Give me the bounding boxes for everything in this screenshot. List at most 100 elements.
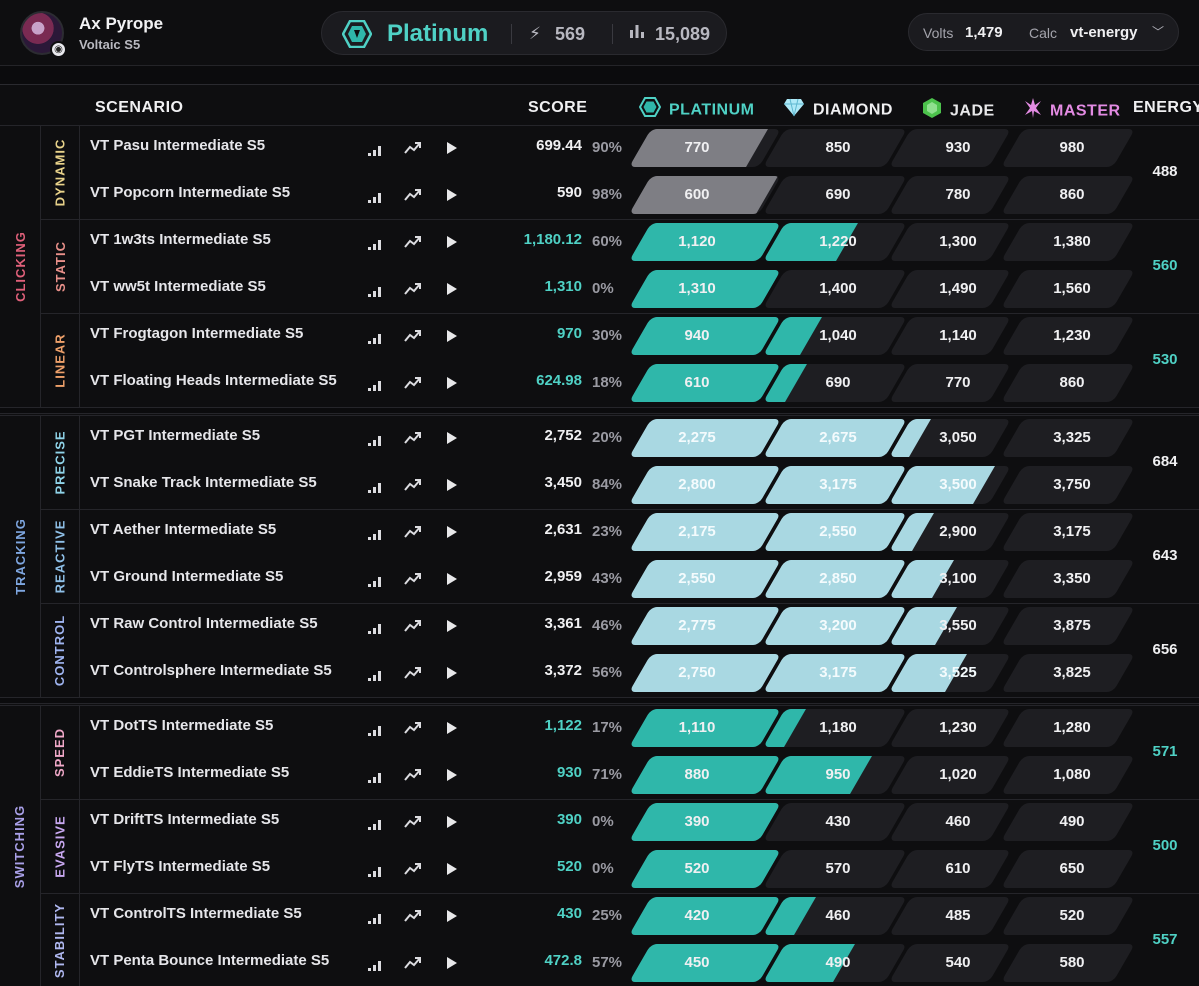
category-name: TRACKING xyxy=(12,517,28,595)
calc-selector[interactable]: Volts 1,479 Calc vt-energy ﹀ xyxy=(908,13,1179,51)
energy-value: 684 xyxy=(1152,453,1178,470)
divider xyxy=(40,799,1199,800)
threshold-value: 780 xyxy=(945,186,971,203)
energy-value: 560 xyxy=(1152,257,1178,274)
divider xyxy=(40,509,1199,510)
threshold-value: 860 xyxy=(1059,374,1085,391)
category-name: CLICKING xyxy=(12,230,28,302)
threshold-value: 2,550 xyxy=(678,570,716,587)
calc-value: vt-energy xyxy=(1070,24,1138,41)
user-name: Ax Pyrope xyxy=(79,14,164,33)
column-header-jade: JADE xyxy=(922,97,995,120)
energy-icon: ⚡ xyxy=(529,24,541,43)
rank-progress-band: 390 430 460 490 xyxy=(0,803,1199,841)
rank-progress-band: 600 690 780 860 xyxy=(0,176,1199,214)
threshold-value: 570 xyxy=(825,860,851,877)
divider xyxy=(612,24,613,44)
rank-summary: Platinum ⚡ 569 15,089 xyxy=(321,11,727,55)
energy-value: 557 xyxy=(1152,931,1178,948)
threshold-value: 940 xyxy=(684,327,710,344)
threshold-value: 1,080 xyxy=(1053,766,1091,783)
threshold-value: 3,325 xyxy=(1053,429,1091,446)
threshold-value: 1,020 xyxy=(939,766,977,783)
platinum-rank-icon xyxy=(341,19,373,53)
threshold-value: 3,175 xyxy=(1053,523,1091,540)
threshold-value: 2,175 xyxy=(678,523,716,540)
threshold-value: 610 xyxy=(684,374,710,391)
threshold-value: 3,175 xyxy=(819,664,857,681)
rank-progress-band: 940 1,040 1,140 1,230 xyxy=(0,317,1199,355)
master-label: MASTER xyxy=(1050,102,1121,120)
threshold-value: 485 xyxy=(945,907,971,924)
rank-progress-band: 2,800 3,175 3,500 3,750 xyxy=(0,466,1199,504)
threshold-value: 3,175 xyxy=(819,476,857,493)
threshold-value: 2,550 xyxy=(819,523,857,540)
divider xyxy=(40,219,1199,220)
threshold-value: 3,100 xyxy=(939,570,977,587)
rank-progress-band: 450 490 540 580 xyxy=(0,944,1199,982)
threshold-value: 2,775 xyxy=(678,617,716,634)
threshold-value: 650 xyxy=(1059,860,1085,877)
rank-progress-band: 420 460 485 520 xyxy=(0,897,1199,935)
divider xyxy=(40,893,1199,894)
threshold-value: 3,200 xyxy=(819,617,857,634)
category-label: SWITCHING xyxy=(0,705,40,986)
threshold-value: 1,560 xyxy=(1053,280,1091,297)
rank-progress-band: 2,550 2,850 3,100 3,350 xyxy=(0,560,1199,598)
threshold-value: 1,140 xyxy=(939,327,977,344)
rank-progress-band: 770 850 930 980 xyxy=(0,129,1199,167)
platinum-rank-icon xyxy=(638,97,662,124)
threshold-value: 930 xyxy=(945,139,971,156)
threshold-value: 3,825 xyxy=(1053,664,1091,681)
threshold-value: 2,800 xyxy=(678,476,716,493)
threshold-value: 690 xyxy=(825,374,851,391)
threshold-value: 3,500 xyxy=(939,476,977,493)
column-header-score: SCORE xyxy=(528,99,588,116)
threshold-value: 600 xyxy=(684,186,710,203)
steam-icon: ◉ xyxy=(50,41,67,58)
rank-progress-band: 2,775 3,200 3,550 3,875 xyxy=(0,607,1199,645)
threshold-value: 1,220 xyxy=(819,233,857,250)
threshold-value: 520 xyxy=(1059,907,1085,924)
category-label: TRACKING xyxy=(0,415,40,697)
threshold-value: 880 xyxy=(684,766,710,783)
total-score-value: 15,089 xyxy=(655,24,711,44)
threshold-value: 390 xyxy=(684,813,710,830)
energy-value: 530 xyxy=(1152,351,1178,368)
threshold-value: 3,525 xyxy=(939,664,977,681)
energy-value: 571 xyxy=(1152,743,1178,760)
profile-header: ◉ Ax Pyrope Voltaic S5 Platinum ⚡ 569 15… xyxy=(0,0,1199,66)
divider xyxy=(40,313,1199,314)
rank-progress-band: 610 690 770 860 xyxy=(0,364,1199,402)
threshold-value: 3,875 xyxy=(1053,617,1091,634)
threshold-value: 1,120 xyxy=(678,233,716,250)
season-label: Voltaic S5 xyxy=(79,37,141,52)
threshold-value: 3,050 xyxy=(939,429,977,446)
energy-value: 488 xyxy=(1152,163,1178,180)
threshold-value: 540 xyxy=(945,954,971,971)
threshold-value: 3,550 xyxy=(939,617,977,634)
threshold-value: 450 xyxy=(684,954,710,971)
energy-value: 500 xyxy=(1152,837,1178,854)
energy-value: 656 xyxy=(1152,641,1178,658)
threshold-value: 1,180 xyxy=(819,719,857,736)
threshold-value: 420 xyxy=(684,907,710,924)
diamond-rank-icon xyxy=(783,97,805,124)
threshold-value: 770 xyxy=(945,374,971,391)
jade-label: JADE xyxy=(950,102,995,120)
chevron-down-icon[interactable]: ﹀ xyxy=(1152,23,1164,40)
diamond-label: DIAMOND xyxy=(813,101,893,119)
threshold-value: 520 xyxy=(684,860,710,877)
category-label: CLICKING xyxy=(0,125,40,407)
rank-progress-band: 2,275 2,675 3,050 3,325 xyxy=(0,419,1199,457)
divider xyxy=(0,705,1199,706)
rank-progress-band: 2,750 3,175 3,525 3,825 xyxy=(0,654,1199,692)
divider xyxy=(511,24,512,44)
volts-value: 1,479 xyxy=(965,24,1003,41)
jade-rank-icon xyxy=(922,97,942,126)
energy-value: 569 xyxy=(555,24,586,44)
threshold-value: 770 xyxy=(684,139,710,156)
threshold-value: 690 xyxy=(825,186,851,203)
column-header-platinum: PLATINUM xyxy=(638,97,754,119)
threshold-value: 2,900 xyxy=(939,523,977,540)
